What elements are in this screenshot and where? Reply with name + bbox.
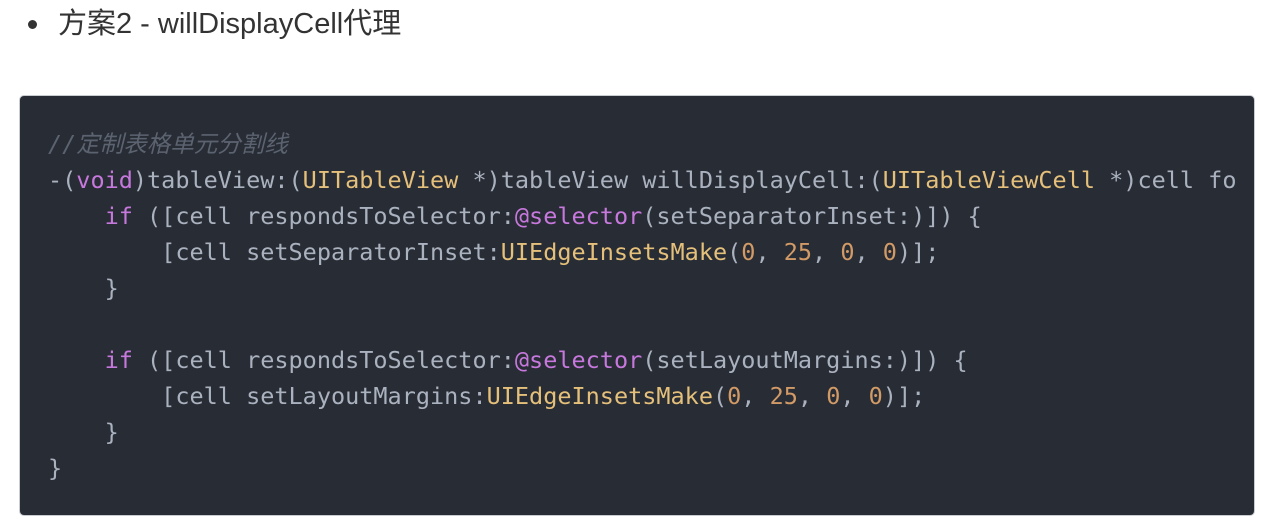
code-token-number: 25 [783,238,813,266]
code-token-keyword: @selector [514,346,643,374]
code-line: [cell setSeparatorInset:UIEdgeInsetsMake… [48,234,1236,270]
code-token-keyword: if [104,202,133,230]
code-token-comment: //定制表格单元分割线 [48,130,288,158]
code-token-keyword: if [104,346,133,374]
code-token-plain: )tableView:( [132,166,303,194]
code-token-plain: } [48,454,63,482]
code-token-plain: ([cell respondsToSelector: [132,346,515,374]
code-token-plain: , [840,382,869,410]
code-line: //定制表格单元分割线 [48,126,1236,162]
code-line: [cell setLayoutMargins:UIEdgeInsetsMake(… [48,378,1236,414]
code-content[interactable]: //定制表格单元分割线 -(void)tableView:(UITableView… [48,126,1236,486]
code-token-number: 0 [840,238,855,266]
code-token-plain: ([cell respondsToSelector: [132,202,515,230]
code-line: if ([cell respondsToSelector:@selector(s… [48,198,1236,234]
code-token-plain: , [755,238,784,266]
code-token-keyword: void [76,166,133,194]
code-token-plain: [cell setLayoutMargins: [48,382,487,410]
code-line: if ([cell respondsToSelector:@selector(s… [48,342,1236,378]
code-token-plain: *)tableView willDisplayCell:( [458,166,883,194]
code-token-plain: ( [727,238,742,266]
code-token-plain: -( [48,166,77,194]
code-token-plain: , [854,238,883,266]
bullet-dot-icon [28,19,37,29]
code-token-number: 25 [769,382,798,410]
code-line: } [48,414,1236,450]
code-token-plain: *)cell fo [1095,166,1237,194]
code-token-number: 0 [882,238,897,266]
code-token-number: 0 [741,238,756,266]
code-token-func: UIEdgeInsetsMake [500,238,728,266]
code-token-keyword: @selector [514,202,643,230]
code-token-plain: [cell setSeparatorInset: [48,238,501,266]
bullet-list-item: 方案2 - willDisplayCell代理 [28,2,401,46]
section-heading: 方案2 - willDisplayCell代理 [58,8,402,40]
code-token-number: 0 [868,382,883,410]
code-token-plain: (setLayoutMargins:)]) { [642,346,968,374]
code-line: -(void)tableView:(UITableView *)tableVie… [48,162,1236,198]
code-token-plain: ( [712,382,728,410]
code-token-plain: , [741,382,770,410]
code-line: } [48,270,1236,306]
code-token-plain: , [797,382,827,410]
code-token-plain: )]; [882,382,926,410]
code-token-plain: , [812,238,841,266]
code-block[interactable]: //定制表格单元分割线 -(void)tableView:(UITableView… [19,95,1255,516]
code-line: } [48,450,1236,486]
code-token-func: UIEdgeInsetsMake [486,382,713,410]
code-token-plain: )]; [896,238,940,266]
code-token-plain: (setSeparatorInset:)]) { [642,202,982,230]
code-token-plain: } [48,274,119,302]
code-token-number: 0 [826,382,841,410]
code-token-type: UITableView [302,166,459,194]
code-token-plain: } [48,418,119,446]
code-token-type: UITableViewCell [882,166,1095,194]
code-token-number: 0 [727,382,742,410]
